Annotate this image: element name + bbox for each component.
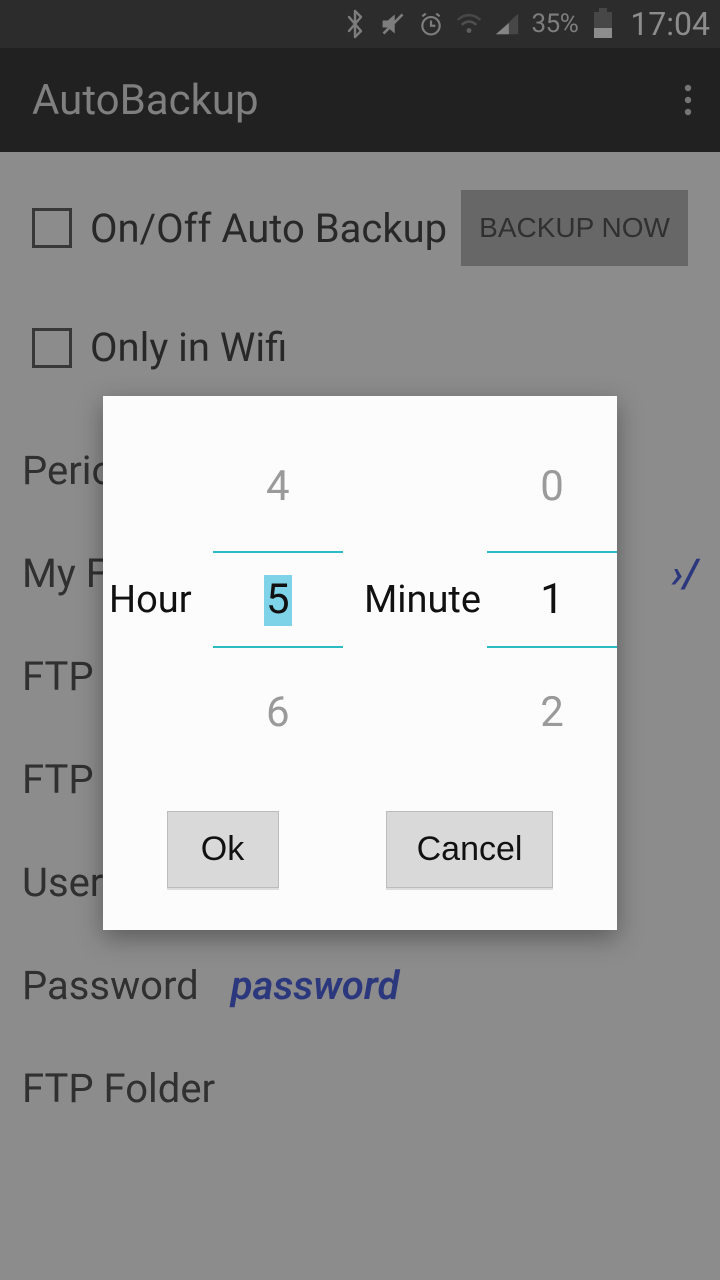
hour-label: Hour [109, 578, 192, 622]
hour-next[interactable]: 6 [266, 688, 290, 737]
cancel-button[interactable]: Cancel [386, 811, 554, 888]
hour-prev[interactable]: 4 [266, 462, 290, 511]
hour-current[interactable]: 5 [213, 551, 343, 648]
minute-next[interactable]: 2 [540, 688, 564, 737]
minute-prev[interactable]: 0 [540, 462, 564, 511]
minute-picker[interactable]: Minute 0 1 2 [358, 406, 617, 793]
hour-picker[interactable]: Hour 4 5 6 [103, 406, 358, 793]
time-picker-dialog: Hour 4 5 6 Minute 0 1 2 Ok Cancel [103, 396, 617, 930]
ok-button[interactable]: Ok [167, 811, 279, 888]
minute-label: Minute [364, 578, 481, 622]
minute-current[interactable]: 1 [487, 551, 617, 648]
